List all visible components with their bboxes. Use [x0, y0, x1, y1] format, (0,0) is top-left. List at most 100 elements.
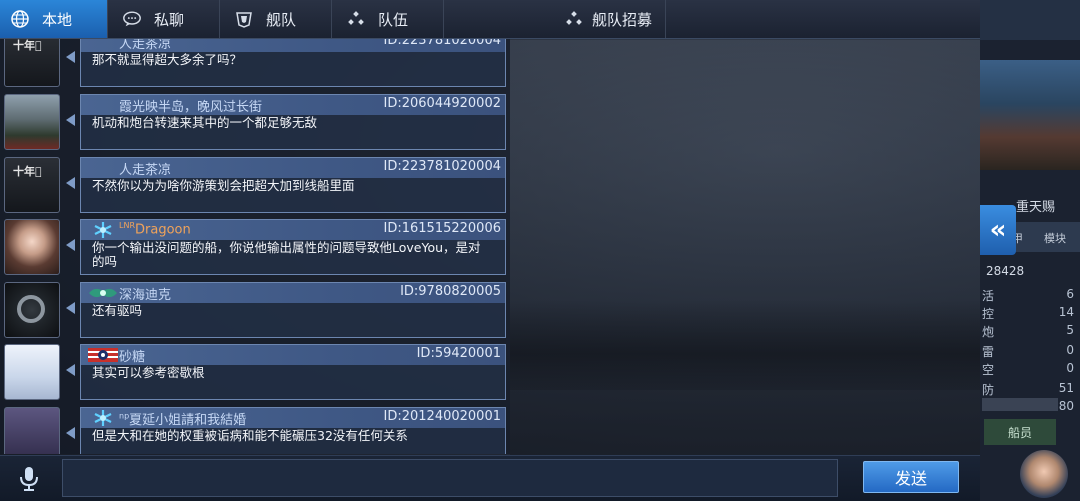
chat-message: 砂糖 ID:59420001 其实可以参考密歇根 [0, 344, 510, 404]
recruit-dots-icon [564, 9, 584, 29]
sender-id: ID:206044920002 [383, 96, 501, 111]
avatar[interactable] [4, 94, 60, 150]
tab-label: 本地 [42, 10, 73, 29]
message-bubble: 人走茶凉 ID:223781020004 不然你以为为啥你游策划会把超大加到线船… [80, 157, 506, 213]
message-bubble: 人走茶凉 ID:223781020004 那不就显得超大多余了吗？ [80, 39, 506, 87]
name-prefix: LNR [119, 221, 135, 230]
tab-fleet[interactable]: 舰队 [220, 0, 332, 38]
team-dots-icon [346, 9, 366, 29]
stat-row: 活6 [982, 287, 1074, 303]
background-ridge [510, 300, 980, 390]
fleet-emblem-icon [234, 9, 254, 29]
snowflake-badge-icon [87, 221, 119, 239]
globe-icon [10, 9, 30, 29]
sender-name[interactable]: 砂糖 [119, 346, 145, 365]
microphone-icon[interactable] [14, 464, 44, 494]
message-header: 人走茶凉 ID:223781020004 [81, 39, 505, 52]
stat-row: 空0 [982, 361, 1074, 377]
message-header: 深海迪克 ID:9780820005 [81, 283, 505, 303]
chat-message: np夏延小姐請和我結婚 ID:201240020001 但是大和在她的权重被诟病… [0, 407, 510, 454]
bubble-pointer [66, 239, 75, 251]
avatar[interactable] [4, 282, 60, 338]
snowflake-badge-icon [87, 409, 119, 427]
message-bubble: LNRDragoon ID:161515220006 你一个输出没问题的船，你说… [80, 219, 506, 275]
crew-button[interactable]: 船员 [984, 419, 1056, 445]
tab-private-chat[interactable]: 私聊 [108, 0, 220, 38]
tab-label: 舰队 [266, 10, 297, 29]
avatar[interactable] [4, 39, 60, 87]
sender-id: ID:201240020001 [383, 409, 501, 424]
message-text: 不然你以为为啥你游策划会把超大加到线船里面 [92, 178, 355, 193]
bubble-pointer [66, 114, 75, 126]
sender-name-text: Dragoon [135, 222, 191, 238]
sender-name[interactable]: 霞光映半岛，晚风过长街 [119, 96, 262, 115]
bubble-pointer [66, 177, 75, 189]
sender-name-text: 夏延小姐請和我結婚 [129, 413, 247, 428]
side-button-row: 甲 模块 [1008, 222, 1080, 252]
chat-message: 人走茶凉 ID:223781020004 不然你以为为啥你游策划会把超大加到线船… [0, 157, 510, 217]
captain-avatar[interactable] [1020, 450, 1068, 498]
name-prefix: np [119, 411, 130, 421]
tab-label: 舰队招募 [592, 10, 653, 29]
stat-row: 炮5 [982, 323, 1074, 339]
flag-badge-icon [87, 346, 119, 364]
message-bubble: 深海迪克 ID:9780820005 还有驱吗 [80, 282, 506, 338]
chat-message: LNRDragoon ID:161515220006 你一个输出没问题的船，你说… [0, 219, 510, 279]
bubble-pointer [66, 364, 75, 376]
chat-input[interactable] [62, 459, 838, 497]
sender-id: ID:223781020004 [383, 159, 501, 174]
stat-row: 控 14 [982, 305, 1074, 321]
green-wings-badge-icon [87, 284, 119, 302]
chat-bubble-icon [122, 9, 142, 29]
tab-local[interactable]: 本地 [0, 0, 108, 38]
sender-id: ID:223781020004 [383, 39, 501, 48]
sender-id: ID:59420001 [416, 346, 501, 361]
message-text: 其实可以参考密歇根 [92, 365, 205, 380]
bubble-pointer [66, 427, 75, 439]
combat-power: 28428 [986, 264, 1025, 278]
sender-name[interactable]: 深海迪克 [119, 284, 171, 303]
message-text: 机动和炮台转速来其中的一个都足够无敌 [92, 115, 318, 130]
ship-banner [980, 60, 1080, 170]
message-text: 还有驱吗 [92, 303, 143, 318]
tab-label: 私聊 [154, 10, 185, 29]
bubble-pointer [66, 302, 75, 314]
message-header: 砂糖 ID:59420001 [81, 345, 505, 365]
stat-row: 80 [1058, 399, 1074, 413]
avatar[interactable] [4, 407, 60, 454]
stat-row: 防 51 [982, 381, 1074, 397]
tab-fleet-recruit[interactable]: 舰队招募 [444, 0, 666, 38]
message-text: 你一个输出没问题的船，你说他输出属性的问题导致他LoveYou，是对的吗 [92, 240, 481, 269]
message-header: np夏延小姐請和我結婚 ID:201240020001 [81, 408, 505, 428]
bubble-pointer [66, 51, 75, 63]
sender-name[interactable]: np夏延小姐請和我結婚 [119, 409, 246, 428]
message-bubble: 霞光映半岛，晚风过长街 ID:206044920002 机动和炮台转速来其中的一… [80, 94, 506, 150]
chat-message: 深海迪克 ID:9780820005 还有驱吗 [0, 282, 510, 342]
message-header: 人走茶凉 ID:223781020004 [81, 158, 505, 178]
chat-tab-bar: 本地 私聊 舰队 队伍 舰队招募 [0, 0, 980, 39]
side-title: 重天赐 [1016, 200, 1056, 215]
sender-name[interactable]: 人走茶凉 [119, 39, 171, 52]
double-chevron-left-icon[interactable]: « [980, 205, 1016, 255]
avatar[interactable] [4, 219, 60, 275]
message-bubble: np夏延小姐請和我結婚 ID:201240020001 但是大和在她的权重被诟病… [80, 407, 506, 454]
side-top-bar [980, 0, 1080, 40]
chat-input-bar: 发送 [0, 455, 980, 501]
sender-id: ID:161515220006 [383, 221, 501, 236]
side-button-module[interactable]: 模块 [1044, 230, 1066, 246]
send-button[interactable]: 发送 [863, 461, 959, 493]
chat-message-list[interactable]: 人走茶凉 ID:223781020004 那不就显得超大多余了吗？ 霞光映半岛，… [0, 39, 510, 454]
message-text: 但是大和在她的权重被诟病和能不能碾压32没有任何关系 [92, 428, 408, 443]
chat-message: 人走茶凉 ID:223781020004 那不就显得超大多余了吗？ [0, 39, 510, 91]
tab-team[interactable]: 队伍 [332, 0, 444, 38]
sender-name[interactable]: LNRDragoon [119, 221, 191, 237]
avatar[interactable] [4, 157, 60, 213]
message-header: LNRDragoon ID:161515220006 [81, 220, 505, 240]
sender-name[interactable]: 人走茶凉 [119, 159, 171, 178]
chat-message: 霞光映半岛，晚风过长街 ID:206044920002 机动和炮台转速来其中的一… [0, 94, 510, 154]
message-bubble: 砂糖 ID:59420001 其实可以参考密歇根 [80, 344, 506, 400]
background-fog [510, 40, 980, 455]
message-header: 霞光映半岛，晚风过长街 ID:206044920002 [81, 95, 505, 115]
message-text: 那不就显得超大多余了吗？ [92, 52, 243, 67]
avatar[interactable] [4, 344, 60, 400]
